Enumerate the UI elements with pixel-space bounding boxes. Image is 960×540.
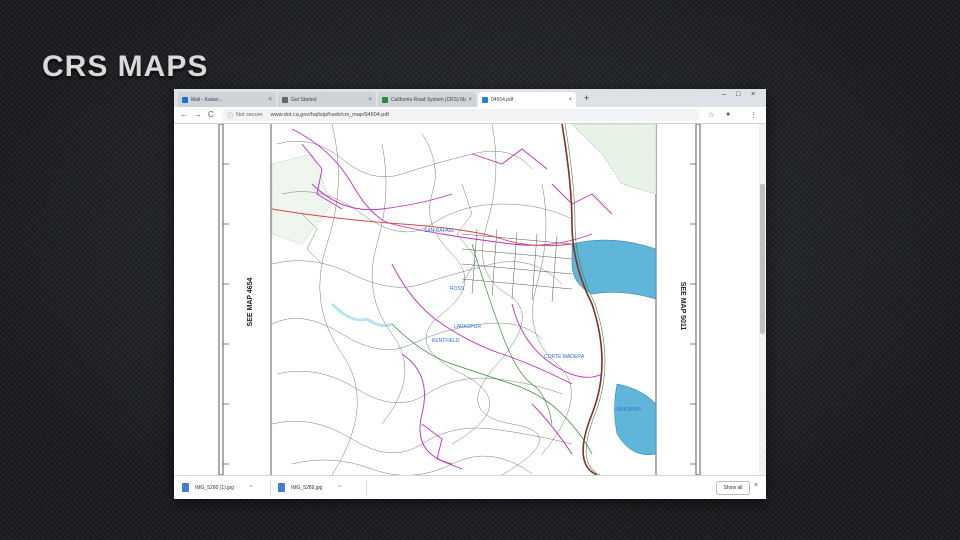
chevron-up-icon[interactable]: ^ bbox=[250, 485, 252, 491]
map-label-ross: ROSS bbox=[450, 286, 465, 292]
info-icon[interactable]: ⓘ bbox=[227, 111, 233, 120]
close-download-bar-icon[interactable]: × bbox=[754, 482, 758, 489]
download-separator bbox=[366, 480, 367, 496]
map-label-larkspur: LARKSPUR bbox=[454, 324, 481, 330]
browser-window: Mail - Kaiser... × Get Started × Califor… bbox=[174, 89, 766, 499]
image-file-icon bbox=[182, 483, 189, 492]
download-separator bbox=[270, 480, 271, 496]
creek-water bbox=[330, 302, 393, 328]
tab-close-icon[interactable]: × bbox=[468, 97, 472, 103]
address-bar[interactable]: ⓘ Not secure www.dot.ca.gov/hq/tsip/hseb… bbox=[222, 109, 700, 121]
url-text: www.dot.ca.gov/hq/tsip/hseb/crs_map/0450… bbox=[270, 112, 389, 118]
image-file-icon bbox=[278, 483, 285, 492]
forward-button[interactable]: → bbox=[194, 110, 202, 119]
tab-close-icon[interactable]: × bbox=[568, 97, 572, 103]
right-frame-rule bbox=[695, 124, 701, 475]
tab-crs-maps[interactable]: California Road System (CRS) Ma... × bbox=[378, 92, 476, 107]
map-page: SEE MAP 4654 SEE MAP 5011 bbox=[218, 124, 701, 475]
tab-strip: Mail - Kaiser... × Get Started × Califor… bbox=[174, 89, 766, 107]
bay-water bbox=[614, 383, 657, 456]
park-area bbox=[571, 124, 657, 195]
download-bar: IMG_5290 (1).jpg ^ IMG_5289.jpg ^ Show a… bbox=[174, 475, 766, 499]
map-label-san-rafael: SAN RAFAEL bbox=[424, 228, 455, 234]
show-all-button[interactable]: Show all bbox=[716, 481, 750, 495]
crs-favicon-icon bbox=[382, 96, 388, 103]
map-label-larkspur-landing: LARKSPUR bbox=[614, 407, 641, 413]
menu-icon[interactable]: ⋮ bbox=[750, 111, 757, 119]
scroll-thumb[interactable] bbox=[760, 184, 765, 334]
download-filename: IMG_5289.jpg bbox=[291, 484, 323, 491]
park-area bbox=[271, 153, 333, 245]
slide-title: CRS MAPS bbox=[42, 50, 209, 83]
tab-label: Get Started bbox=[291, 96, 317, 103]
arterial-road bbox=[391, 323, 593, 455]
close-window-button[interactable]: × bbox=[751, 91, 755, 98]
tab-close-icon[interactable]: × bbox=[368, 97, 372, 103]
highway-101 bbox=[564, 124, 606, 475]
pdf-viewer[interactable]: SEE MAP 4654 SEE MAP 5011 SAN RAFAEL ROS… bbox=[174, 124, 766, 475]
tab-mail[interactable]: Mail - Kaiser... × bbox=[178, 92, 276, 107]
mail-favicon-icon bbox=[182, 96, 188, 103]
profile-icon[interactable]: ● bbox=[726, 111, 730, 118]
scrollbar[interactable] bbox=[759, 124, 766, 475]
tab-label: California Road System (CRS) Ma... bbox=[391, 96, 467, 103]
tab-label: 04504.pdf bbox=[491, 96, 514, 103]
bookmark-star-icon[interactable]: ☆ bbox=[708, 111, 714, 119]
tab-label: Mail - Kaiser... bbox=[191, 96, 223, 103]
download-item[interactable]: IMG_5289.jpg ^ bbox=[278, 480, 341, 495]
left-frame-rule bbox=[218, 124, 224, 475]
download-filename: IMG_5290 (1).jpg bbox=[195, 484, 234, 491]
tab-pdf[interactable]: 04504.pdf × bbox=[478, 92, 576, 107]
browser-toolbar: ← → C ⓘ Not secure www.dot.ca.gov/hq/tsi… bbox=[174, 107, 766, 124]
minimize-button[interactable]: – bbox=[722, 91, 726, 98]
see-map-left-text: SEE MAP 4654 bbox=[247, 277, 254, 326]
reload-button[interactable]: C bbox=[208, 110, 214, 119]
tab-close-icon[interactable]: × bbox=[268, 97, 272, 103]
map-label-kentfield: KENTFIELD bbox=[432, 338, 460, 344]
map-label-corte-madera: CORTE MADERA bbox=[544, 354, 585, 360]
map-area bbox=[271, 124, 657, 475]
download-item[interactable]: IMG_5290 (1).jpg ^ bbox=[182, 480, 252, 495]
crs-routes bbox=[291, 128, 613, 470]
bay-water bbox=[571, 239, 657, 300]
security-label: Not secure bbox=[236, 112, 263, 118]
chevron-up-icon[interactable]: ^ bbox=[338, 485, 340, 491]
highway-101 bbox=[561, 124, 603, 475]
tab-get-started[interactable]: Get Started × bbox=[278, 92, 376, 107]
back-button[interactable]: ← bbox=[180, 110, 188, 119]
see-map-right-text: SEE MAP 5011 bbox=[679, 282, 686, 331]
pdf-favicon-icon bbox=[482, 96, 488, 103]
maximize-button[interactable]: □ bbox=[736, 91, 740, 98]
new-tab-button[interactable]: + bbox=[584, 93, 589, 103]
get-started-favicon-icon bbox=[282, 96, 288, 103]
